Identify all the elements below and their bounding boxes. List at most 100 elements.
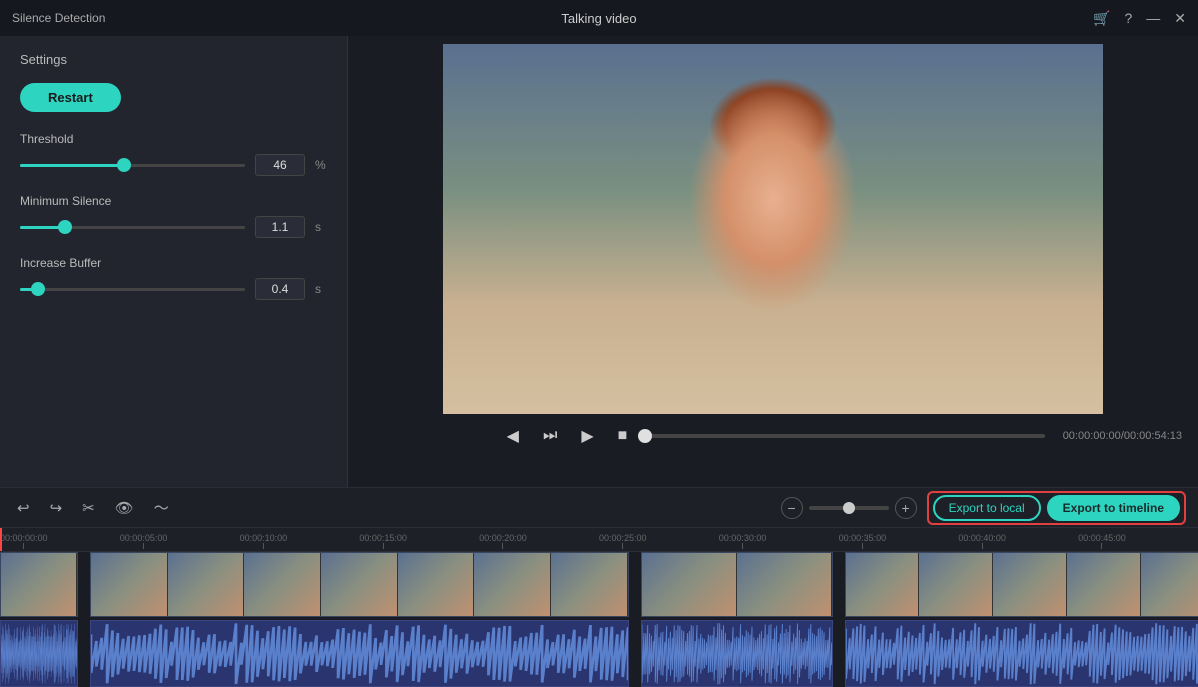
threshold-row: Threshold 46 % [20,132,327,176]
video-clip[interactable] [90,552,629,617]
waveform-path [1,623,77,683]
waveform-svg [846,621,1198,687]
ruler-tick: 00:00:10:00 [240,533,288,549]
waveform-svg [642,621,832,687]
waveform-path [846,623,1198,684]
threshold-slider[interactable] [20,156,245,174]
ruler-tick: 00:00:05:00 [120,533,168,549]
ruler-label: 00:00:45:00 [1078,533,1126,543]
zoom-controls: − + [781,497,917,519]
cart-icon[interactable]: 🛒 [1093,10,1110,27]
threshold-thumb[interactable] [117,158,131,172]
inc-buffer-thumb[interactable] [31,282,45,296]
video-controls: ◀ ⏭ ▶ ■ 00:00:00:00/00:00:54:13 [348,414,1198,458]
ruler-label: 00:00:40:00 [958,533,1006,543]
clip-thumbnail [321,553,398,616]
zoom-thumb[interactable] [843,502,855,514]
left-panel: Settings Restart Threshold 46 % Minimum … [0,36,348,487]
ruler-line [143,543,144,549]
ruler-tick: 00:00:45:00 [1078,533,1126,549]
clip-thumbnail [168,553,245,616]
clip-thumbnail [993,553,1067,616]
stop-button[interactable]: ■ [612,423,634,449]
threshold-fill [20,164,124,167]
min-silence-slider[interactable] [20,218,245,236]
ruler-tick: 00:00:40:00 [958,533,1006,549]
step-forward-button[interactable]: ⏭ [537,423,563,449]
time-display: 00:00:00:00/00:00:54:13 [1063,430,1182,442]
ripple-button[interactable]: 〜 [149,494,174,521]
timeline-clips [0,552,1198,687]
audio-clip[interactable] [0,620,78,687]
ruler-line [862,543,863,549]
ruler-line [23,543,24,549]
ruler-inner: 00:00:00:00 00:00:05:00 00:00:10:00 00:00:1… [0,528,1198,551]
timeline-ruler: 00:00:00:00 00:00:05:00 00:00:10:00 00:00:1… [0,528,1198,552]
clip-thumbnail [474,553,551,616]
step-back-button[interactable]: ◀ [501,422,525,450]
ruler-label: 00:00:05:00 [120,533,168,543]
waveform-path [642,623,832,684]
ruler-line [742,543,743,549]
help-icon[interactable]: ? [1124,10,1132,26]
main-layout: Settings Restart Threshold 46 % Minimum … [0,36,1198,487]
min-silence-thumb[interactable] [58,220,72,234]
ruler-tick: 00:00:35:00 [839,533,887,549]
audio-clip[interactable] [90,620,629,687]
waveform-path [91,623,628,684]
visibility-button[interactable]: 👁 [110,496,139,520]
video-title: Talking video [561,11,636,26]
ruler-label: 00:00:35:00 [839,533,887,543]
video-clip[interactable] [845,552,1198,617]
restart-button[interactable]: Restart [20,83,121,112]
waveform-svg [1,621,77,687]
ruler-line [622,543,623,549]
ruler-line [383,543,384,549]
threshold-unit: % [315,158,327,172]
zoom-in-button[interactable]: + [895,497,917,519]
zoom-bar[interactable] [809,506,889,510]
clip-thumbnail [642,553,737,616]
time-total: 00:00:54:13 [1124,430,1182,442]
inc-buffer-value[interactable]: 0.4 [255,278,305,300]
ruler-label: 00:00:30:00 [719,533,767,543]
ruler-line [982,543,983,549]
ruler-tick: 00:00:00:00 [0,533,48,549]
threshold-label: Threshold [20,132,327,146]
play-button[interactable]: ▶ [575,422,599,450]
clip-thumbnail [91,553,168,616]
ruler-tick: 00:00:25:00 [599,533,647,549]
ruler-line [263,543,264,549]
ruler-label: 00:00:15:00 [359,533,407,543]
clip-thumbnail [1141,553,1198,616]
export-local-button[interactable]: Export to local [933,495,1041,521]
playhead[interactable] [0,528,2,551]
ruler-tick: 00:00:20:00 [479,533,527,549]
zoom-out-button[interactable]: − [781,497,803,519]
close-button[interactable]: ✕ [1174,10,1186,27]
cut-button[interactable]: ✂ [77,496,100,520]
progress-slider[interactable] [645,434,1045,438]
video-clip[interactable] [641,552,833,617]
minimize-button[interactable]: — [1146,10,1160,26]
inc-buffer-track [20,288,245,291]
inc-buffer-slider[interactable] [20,280,245,298]
threshold-value[interactable]: 46 [255,154,305,176]
app-name: Silence Detection [12,11,105,25]
export-buttons-wrapper: Export to local Export to timeline [927,491,1186,525]
progress-thumb[interactable] [638,429,652,443]
redo-button[interactable]: ↪ [45,496,68,520]
audio-clip[interactable] [641,620,833,687]
undo-button[interactable]: ↩ [12,496,35,520]
video-clip[interactable] [0,552,78,617]
waveform-svg [91,621,628,687]
window-controls: 🛒 ? — ✕ [1093,10,1186,27]
clip-thumbnail [244,553,321,616]
min-silence-track [20,226,245,229]
min-silence-value[interactable]: 1.1 [255,216,305,238]
threshold-track [20,164,245,167]
inc-buffer-label: Increase Buffer [20,256,327,270]
export-timeline-button[interactable]: Export to timeline [1047,495,1180,521]
audio-clip[interactable] [845,620,1198,687]
timeline-area: ↩ ↪ ✂ 👁 〜 − + Export to local Export to … [0,487,1198,687]
